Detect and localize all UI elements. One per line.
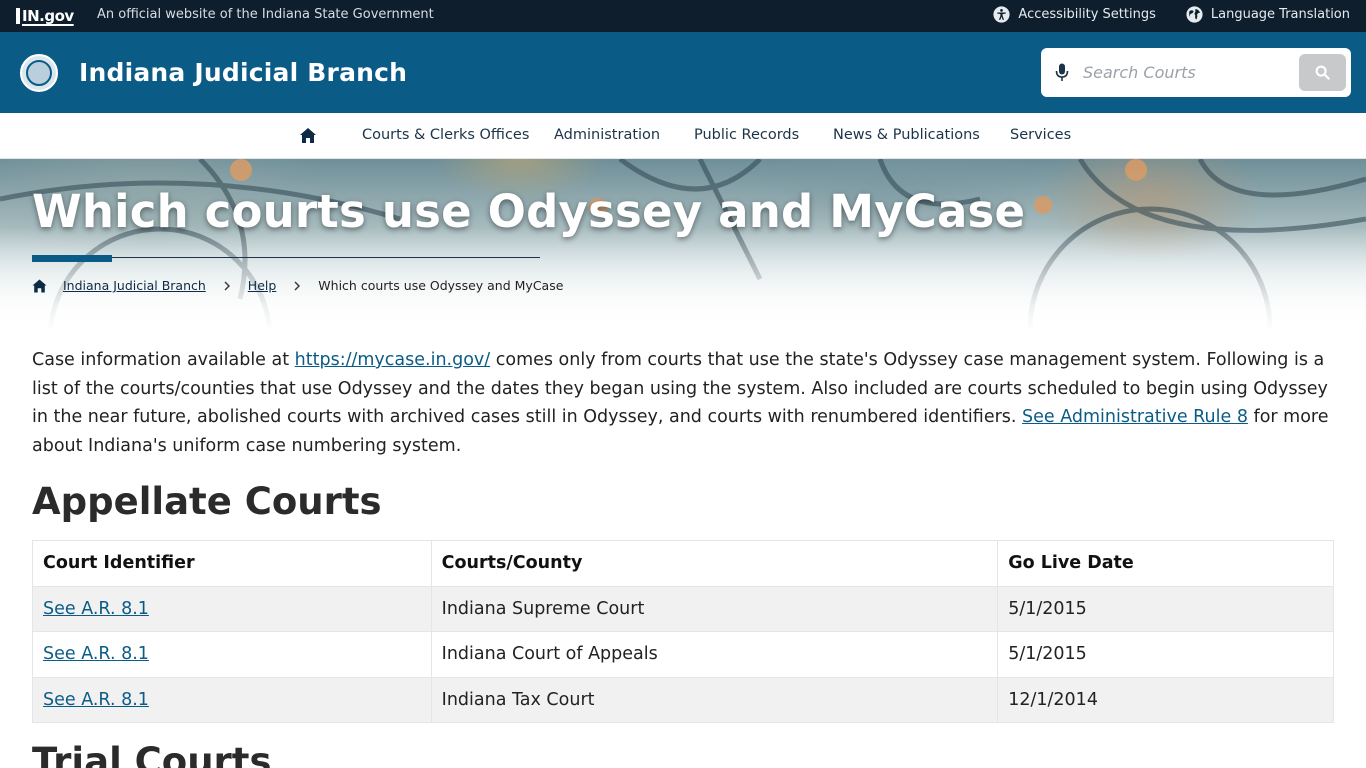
mycase-link[interactable]: https://mycase.in.gov/ [295,350,491,370]
ar-8-1-link[interactable]: See A.R. 8.1 [43,599,149,619]
column-header-courts-county: Courts/County [430,540,999,587]
breadcrumb-link-judicial-branch[interactable]: Indiana Judicial Branch [63,278,206,293]
trial-courts-heading: Trial Courts [32,740,272,768]
breadcrumb-current: Which courts use Odyssey and MyCase [318,278,564,293]
intro-text-1: Case information available at [32,350,295,370]
site-title[interactable]: Indiana Judicial Branch [79,58,407,87]
seal-emblem-icon [26,60,52,86]
nav-item-news-publications[interactable]: News & Publications [833,127,980,143]
state-seal-logo[interactable] [20,54,58,92]
main-nav: Courts & Clerks Offices Administration P… [0,113,1366,159]
cell-court-name: Indiana Supreme Court [430,585,999,632]
globe-icon [1186,6,1203,23]
appellate-courts-heading: Appellate Courts [32,480,382,523]
appellate-courts-table: Court Identifier Courts/County Go Live D… [32,540,1334,723]
administrative-rule-8-link[interactable]: See Administrative Rule 8 [1022,407,1248,427]
search-input[interactable] [1083,56,1293,89]
site-header: Indiana Judicial Branch [0,32,1366,113]
cell-court-identifier: See A.R. 8.1 [32,585,432,632]
nav-home-icon[interactable] [299,127,317,144]
language-translation-link[interactable]: Language Translation [1186,6,1350,23]
breadcrumb: Indiana Judicial Branch Help Which court… [32,278,563,293]
column-header-court-identifier: Court Identifier [32,540,432,587]
chevron-right-icon [294,281,301,290]
language-translation-label: Language Translation [1210,7,1350,22]
search-button[interactable] [1299,54,1346,91]
ar-8-1-link[interactable]: See A.R. 8.1 [43,690,149,710]
cell-court-name: Indiana Tax Court [430,676,999,723]
title-divider-accent [32,255,112,262]
column-header-go-live-date: Go Live Date [997,540,1334,587]
search-form [1041,48,1351,97]
cell-go-live-date: 5/1/2015 [997,631,1334,678]
cell-court-name: Indiana Court of Appeals [430,631,999,678]
microphone-icon[interactable] [1055,63,1069,82]
cell-court-identifier: See A.R. 8.1 [32,631,432,678]
nav-item-public-records[interactable]: Public Records [694,127,799,143]
cell-go-live-date: 12/1/2014 [997,676,1334,723]
hero-banner: Which courts use Odyssey and MyCase Indi… [0,159,1366,331]
breadcrumb-home-icon[interactable] [32,279,47,293]
nav-item-services[interactable]: Services [1010,127,1071,143]
intro-paragraph: Case information available at https://my… [32,346,1334,460]
nav-item-administration[interactable]: Administration [554,127,660,143]
gov-tagline: An official website of the Indiana State… [97,7,434,22]
page-title: Which courts use Odyssey and MyCase [32,185,1026,238]
table-row: See A.R. 8.1 Indiana Supreme Court 5/1/2… [32,585,1334,632]
accessibility-icon [993,6,1010,23]
gov-bar: IN.gov An official website of the Indian… [0,0,1366,32]
cell-court-identifier: See A.R. 8.1 [32,676,432,723]
logo-mark-icon [16,8,20,24]
chevron-right-icon [224,281,230,290]
accessibility-settings-link[interactable]: Accessibility Settings [993,6,1156,23]
table-row: See A.R. 8.1 Indiana Tax Court 12/1/2014 [32,676,1334,723]
nav-item-courts-clerks[interactable]: Courts & Clerks Offices [362,127,529,143]
table-header-row: Court Identifier Courts/County Go Live D… [32,540,1334,587]
search-icon [1315,65,1330,80]
cell-go-live-date: 5/1/2015 [997,585,1334,632]
accessibility-settings-label: Accessibility Settings [1018,7,1156,22]
breadcrumb-link-help[interactable]: Help [248,278,277,293]
table-row: See A.R. 8.1 Indiana Court of Appeals 5/… [32,631,1334,678]
in-gov-logo[interactable]: IN.gov [16,6,74,26]
gov-utility-links: Accessibility Settings Language Translat… [993,6,1350,23]
ar-8-1-link[interactable]: See A.R. 8.1 [43,644,149,664]
